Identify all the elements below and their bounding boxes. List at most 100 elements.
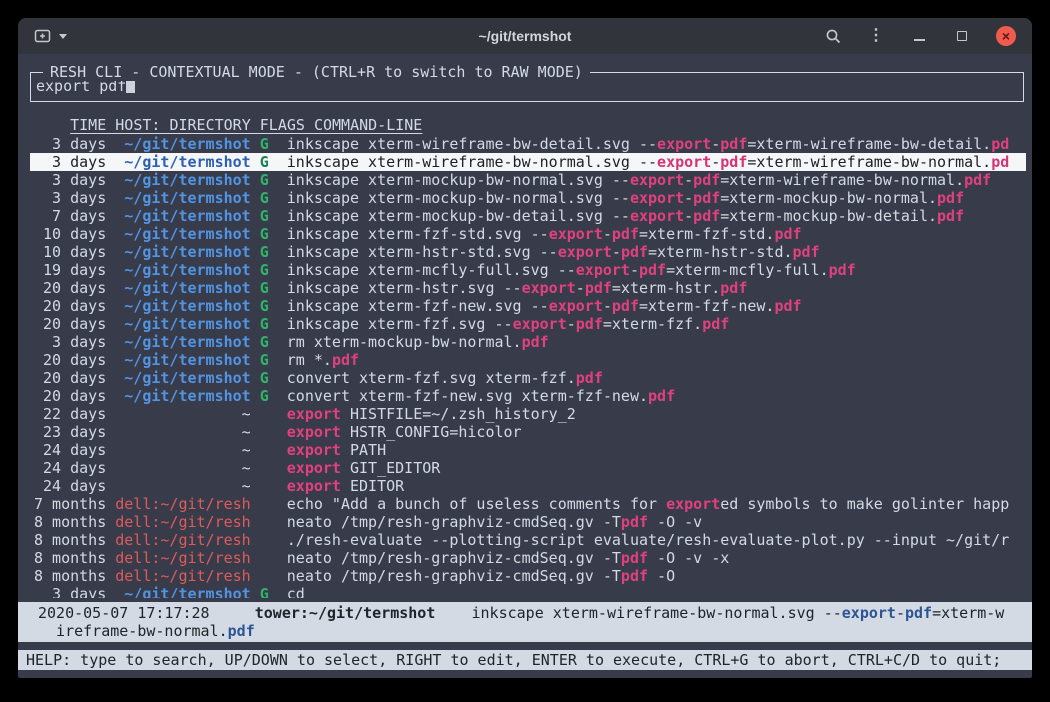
- row-command: inkscape xterm-wireframe-bw-detail.svg -…: [287, 135, 1009, 153]
- row-time: 23 days: [34, 423, 106, 441]
- table-row[interactable]: 10 days~/git/termshotGinkscape xterm-hst…: [30, 243, 1026, 261]
- table-row[interactable]: 7 days~/git/termshotGinkscape xterm-mock…: [30, 207, 1026, 225]
- match-text: export: [657, 153, 711, 171]
- table-row[interactable]: 3 days~/git/termshotGinkscape xterm-wire…: [30, 135, 1026, 153]
- match-text: export: [842, 604, 896, 622]
- row-command: neato /tmp/resh-graphviz-cmdSeq.gv -Tpdf…: [287, 567, 675, 585]
- row-command: export GIT_EDITOR: [287, 459, 441, 477]
- match-text: pdf: [702, 315, 729, 333]
- table-row[interactable]: 20 days~/git/termshotGrm *.pdf: [30, 351, 1026, 369]
- minimize-button[interactable]: [910, 27, 928, 45]
- table-row[interactable]: 3 days~/git/termshotGrm xterm-mockup-bw-…: [30, 333, 1026, 351]
- match-text: pdf: [829, 261, 856, 279]
- row-flags: G: [260, 135, 269, 153]
- table-row[interactable]: 3 days~/git/termshotGinkscape xterm-wire…: [30, 153, 1026, 171]
- row-command: inkscape xterm-fzf-new.svg --export-pdf=…: [287, 297, 802, 315]
- command-text: convert xterm-fzf-new.svg xterm-fzf-new.: [287, 387, 648, 405]
- match-text: pdf: [621, 513, 648, 531]
- command-text: -: [711, 153, 720, 171]
- row-host-directory: ~: [115, 441, 250, 459]
- table-row[interactable]: 24 days~export EDITOR: [30, 477, 1026, 495]
- match-text: export: [287, 477, 341, 495]
- chevron-down-icon[interactable]: [59, 34, 67, 39]
- row-host-directory: ~/git/termshot: [115, 225, 250, 243]
- table-row[interactable]: 8 monthsdell:~/git/reshneato /tmp/resh-g…: [30, 513, 1026, 531]
- match-text: export: [522, 279, 576, 297]
- table-row[interactable]: 19 days~/git/termshotGinkscape xterm-mcf…: [30, 261, 1026, 279]
- table-row[interactable]: 3 days~/git/termshotGinkscape xterm-mock…: [30, 171, 1026, 189]
- table-row[interactable]: 3 days~/git/termshotGinkscape xterm-mock…: [30, 189, 1026, 207]
- table-row[interactable]: 8 monthsdell:~/git/resh./resh-evaluate -…: [30, 531, 1026, 549]
- row-flags: G: [260, 333, 269, 351]
- new-tab-button[interactable]: [34, 28, 67, 44]
- match-text: export: [630, 189, 684, 207]
- command-text: =xterm-mockup-bw-normal.: [720, 189, 937, 207]
- match-text: export: [630, 207, 684, 225]
- table-row[interactable]: 24 days~export GIT_EDITOR: [30, 459, 1026, 477]
- match-text: pdf: [720, 279, 747, 297]
- table-row[interactable]: 20 days~/git/termshotGconvert xterm-fzf.…: [30, 369, 1026, 387]
- match-text: pdf: [937, 207, 964, 225]
- row-flags: G: [260, 369, 269, 387]
- table-row[interactable]: 22 days~export HISTFILE=~/.zsh_history_2: [30, 405, 1026, 423]
- row-command: ./resh-evaluate --plotting-script evalua…: [287, 531, 1009, 549]
- table-row[interactable]: 20 days~/git/termshotGinkscape xterm-fzf…: [30, 297, 1026, 315]
- table-row[interactable]: 24 days ~ export PATH: [30, 441, 1026, 459]
- new-tab-icon: [34, 28, 53, 44]
- match-text: export: [287, 459, 341, 477]
- command-text: rm xterm-mockup-bw-normal.: [287, 333, 522, 351]
- match-text: export: [287, 423, 341, 441]
- command-text: inkscape xterm-wireframe-bw-detail.svg -…: [287, 135, 657, 153]
- row-flags: G: [260, 261, 269, 279]
- kebab-menu-button[interactable]: ⋮: [867, 27, 885, 45]
- table-row[interactable]: 10 days ~/git/termshot Ginkscape xterm-fzf…: [30, 225, 1026, 243]
- match-text: export: [630, 171, 684, 189]
- command-text: -: [711, 135, 720, 153]
- command-text: tower:~/git/termshot: [255, 604, 436, 622]
- row-time: 8 months: [34, 549, 106, 567]
- row-flags: [260, 513, 269, 531]
- row-time: 24 days: [34, 477, 106, 495]
- command-text: 2020-05-07 17:17:28: [38, 604, 255, 622]
- command-text: =xterm-wireframe-bw-detail.: [747, 135, 991, 153]
- row-host-directory: ~/git/termshot: [115, 171, 250, 189]
- command-text: =xterm-fzf-new.: [639, 297, 774, 315]
- status-line: ireframe-bw-normal.pdf: [38, 622, 1024, 640]
- table-row[interactable]: 7 monthsdell:~/git/reshecho "Add a bunch…: [30, 495, 1026, 513]
- row-time: 24 days: [34, 459, 106, 477]
- match-text: pdf: [720, 135, 747, 153]
- close-button[interactable]: ×: [996, 26, 1016, 46]
- row-command: inkscape xterm-fzf-std.svg --export-pdf=…: [287, 225, 802, 243]
- row-host-directory: ~/git/termshot: [115, 261, 250, 279]
- row-time: 20 days: [34, 297, 106, 315]
- row-command: rm xterm-mockup-bw-normal.pdf: [287, 333, 549, 351]
- table-row[interactable]: 20 days~/git/termshotGconvert xterm-fzf-…: [30, 387, 1026, 405]
- command-text: echo "Add a bunch of useless comments fo…: [287, 495, 666, 513]
- row-host-directory: ~/git/termshot: [115, 279, 250, 297]
- command-text: inkscape xterm-wireframe-bw-normal.svg -…: [287, 153, 657, 171]
- match-text: pdf: [332, 351, 359, 369]
- table-row[interactable]: 23 days~export HSTR_CONFIG=hicolor: [30, 423, 1026, 441]
- search-button[interactable]: [824, 27, 842, 45]
- row-time: 10 days: [34, 225, 106, 243]
- row-flags: [260, 495, 269, 513]
- table-row[interactable]: 20 days~/git/termshotGinkscape xterm-fzf…: [30, 315, 1026, 333]
- row-time: 3 days: [34, 171, 106, 189]
- row-flags: G: [260, 225, 269, 243]
- table-row[interactable]: 20 days~/git/termshotGinkscape xterm-hst…: [30, 279, 1026, 297]
- table-row[interactable]: 3 days~/git/termshotGcd: [30, 585, 1026, 598]
- row-time: 20 days: [34, 351, 106, 369]
- titlebar: ~/git/termshot ⋮ ×: [18, 18, 1032, 54]
- row-command: echo "Add a bunch of useless comments fo…: [287, 495, 1009, 513]
- command-text: -: [603, 225, 612, 243]
- row-time: 24 days: [34, 441, 106, 459]
- row-command: export PATH: [287, 441, 386, 459]
- table-row[interactable]: 8 monthsdell:~/git/reshneato /tmp/resh-g…: [30, 567, 1026, 585]
- table-row[interactable]: 8 monthsdell:~/git/reshneato /tmp/resh-g…: [30, 549, 1026, 567]
- restore-button[interactable]: [953, 27, 971, 45]
- history-rows: 3 days ~/git/termshot Ginkscape xterm-wire…: [30, 135, 1026, 598]
- command-text: -: [630, 261, 639, 279]
- command-text: =xterm-w: [932, 604, 1004, 622]
- match-text: pdf: [522, 333, 549, 351]
- match-text: pdf: [228, 622, 255, 640]
